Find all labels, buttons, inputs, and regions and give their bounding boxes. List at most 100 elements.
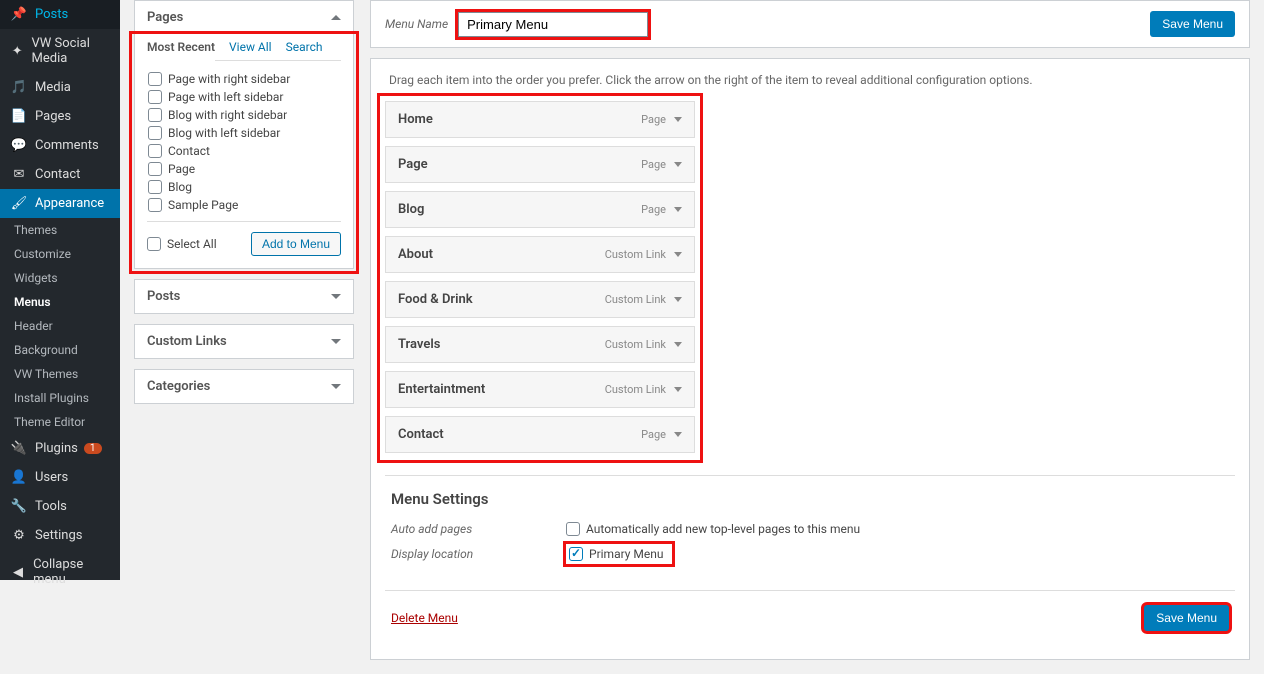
tab-most-recent[interactable]: Most Recent (147, 34, 215, 61)
page-item[interactable]: Page (148, 160, 340, 178)
menu-item[interactable]: Blog Page (385, 191, 695, 228)
select-all-label: Select All (167, 237, 217, 251)
page-item[interactable]: Blog with left sidebar (148, 124, 340, 142)
page-item-label: Blog with right sidebar (168, 108, 287, 122)
add-to-menu-button[interactable]: Add to Menu (251, 232, 341, 256)
menu-name-label: Menu Name (385, 17, 448, 31)
sidebar-item-settings[interactable]: ⚙ Settings (0, 521, 120, 550)
location-control[interactable]: Primary Menu (566, 544, 672, 564)
menu-header: Menu Name Save Menu (370, 0, 1250, 48)
chevron-down-icon[interactable] (674, 297, 682, 302)
sidebar-sub-widgets[interactable]: Widgets (0, 266, 120, 290)
sidebar-label: Plugins (35, 441, 78, 456)
select-all-checkbox[interactable] (147, 237, 161, 251)
sidebar-label: Contact (35, 167, 80, 182)
sidebar-label: Users (35, 470, 68, 485)
auto-add-control[interactable]: Automatically add new top-level pages to… (566, 522, 860, 536)
menu-item[interactable]: Page Page (385, 146, 695, 183)
page-item-label: Contact (168, 144, 210, 158)
sidebar-sub-customize[interactable]: Customize (0, 242, 120, 266)
location-checkbox[interactable] (569, 547, 583, 561)
posts-postbox-header[interactable]: Posts (135, 280, 353, 313)
custom-links-postbox-header[interactable]: Custom Links (135, 325, 353, 358)
page-item-label: Page with right sidebar (168, 72, 290, 86)
collapse-icon: ◀ (10, 565, 26, 580)
page-item-label: Page (168, 162, 195, 176)
page-checkbox[interactable] (148, 180, 162, 194)
delete-menu-link[interactable]: Delete Menu (391, 611, 458, 625)
sidebar-label: Appearance (35, 196, 104, 211)
sidebar-item-contact[interactable]: ✉ Contact (0, 160, 120, 189)
page-item-label: Blog with left sidebar (168, 126, 280, 140)
setting-row-location: Display location Primary Menu (391, 540, 1229, 568)
location-text: Primary Menu (589, 547, 664, 561)
sidebar-sub-vwthemes[interactable]: VW Themes (0, 362, 120, 386)
auto-add-label: Auto add pages (391, 522, 566, 536)
page-item-label: Page with left sidebar (168, 90, 284, 104)
menu-footer: Delete Menu Save Menu (385, 590, 1235, 645)
auto-add-checkbox[interactable] (566, 522, 580, 536)
page-checkbox[interactable] (148, 162, 162, 176)
pages-postbox-header[interactable]: Pages (135, 1, 353, 34)
menu-item[interactable]: Contact Page (385, 416, 695, 453)
menu-item[interactable]: Entertaintment Custom Link (385, 371, 695, 408)
sidebar-sub-theme-editor[interactable]: Theme Editor (0, 410, 120, 434)
sidebar-sub-menus[interactable]: Menus (0, 290, 120, 314)
sidebar-item-pages[interactable]: 📄 Pages (0, 102, 120, 131)
sidebar-item-posts[interactable]: 📌 Posts (0, 0, 120, 29)
page-checkbox[interactable] (148, 108, 162, 122)
menu-item[interactable]: About Custom Link (385, 236, 695, 273)
page-item[interactable]: Blog (148, 178, 340, 196)
menu-item[interactable]: Travels Custom Link (385, 326, 695, 363)
chevron-down-icon[interactable] (674, 342, 682, 347)
menu-item[interactable]: Food & Drink Custom Link (385, 281, 695, 318)
chevron-down-icon[interactable] (674, 117, 682, 122)
sidebar-label: Posts (35, 7, 68, 22)
menu-item-type: Custom Link (605, 248, 682, 261)
chevron-down-icon[interactable] (674, 162, 682, 167)
tab-search[interactable]: Search (286, 34, 323, 60)
page-item[interactable]: Page with left sidebar (148, 88, 340, 106)
page-checkbox[interactable] (148, 144, 162, 158)
menu-name-input[interactable] (458, 12, 648, 37)
page-checkbox[interactable] (148, 126, 162, 140)
sidebar-sub-header[interactable]: Header (0, 314, 120, 338)
menu-item[interactable]: Home Page (385, 101, 695, 138)
page-item[interactable]: Contact (148, 142, 340, 160)
save-menu-button-top[interactable]: Save Menu (1150, 11, 1235, 37)
posts-postbox: Posts (134, 279, 354, 314)
comment-icon: 💬 (10, 138, 28, 153)
categories-postbox-header[interactable]: Categories (135, 370, 353, 403)
chevron-down-icon[interactable] (674, 252, 682, 257)
chevron-down-icon[interactable] (674, 432, 682, 437)
sidebar-item-media[interactable]: 🎵 Media (0, 73, 120, 102)
save-menu-button-bottom[interactable]: Save Menu (1144, 605, 1229, 631)
page-item[interactable]: Page with right sidebar (148, 70, 340, 88)
pages-tabs: Most Recent View All Search (147, 34, 341, 61)
page-item[interactable]: Sample Page (148, 196, 340, 214)
sidebar-item-users[interactable]: 👤 Users (0, 463, 120, 492)
chevron-down-icon[interactable] (674, 387, 682, 392)
menu-item-title: Page (398, 157, 428, 172)
sidebar-item-tools[interactable]: 🔧 Tools (0, 492, 120, 521)
chevron-down-icon[interactable] (674, 207, 682, 212)
page-checkbox[interactable] (148, 198, 162, 212)
sidebar-item-appearance[interactable]: 🖌 Appearance (0, 189, 120, 218)
select-all[interactable]: Select All (147, 237, 217, 251)
page-checkbox[interactable] (148, 90, 162, 104)
menu-editor-body: Drag each item into the order you prefer… (370, 58, 1250, 660)
page-checkbox[interactable] (148, 72, 162, 86)
sidebar-sub-themes[interactable]: Themes (0, 218, 120, 242)
sidebar-item-comments[interactable]: 💬 Comments (0, 131, 120, 160)
sidebar-sub-background[interactable]: Background (0, 338, 120, 362)
brush-icon: 🖌 (10, 196, 28, 211)
sidebar-item-plugins[interactable]: 🔌 Plugins 1 (0, 434, 120, 463)
tab-view-all[interactable]: View All (229, 34, 272, 60)
menu-item-type: Custom Link (605, 338, 682, 351)
gear-icon: ⚙ (10, 528, 28, 543)
sidebar-item-vw-social[interactable]: ✦ VW Social Media (0, 29, 120, 73)
page-item[interactable]: Blog with right sidebar (148, 106, 340, 124)
sidebar-sub-install-plugins[interactable]: Install Plugins (0, 386, 120, 410)
pages-list[interactable]: Page with right sidebar Page with left s… (147, 69, 341, 215)
chevron-up-icon (331, 15, 341, 20)
